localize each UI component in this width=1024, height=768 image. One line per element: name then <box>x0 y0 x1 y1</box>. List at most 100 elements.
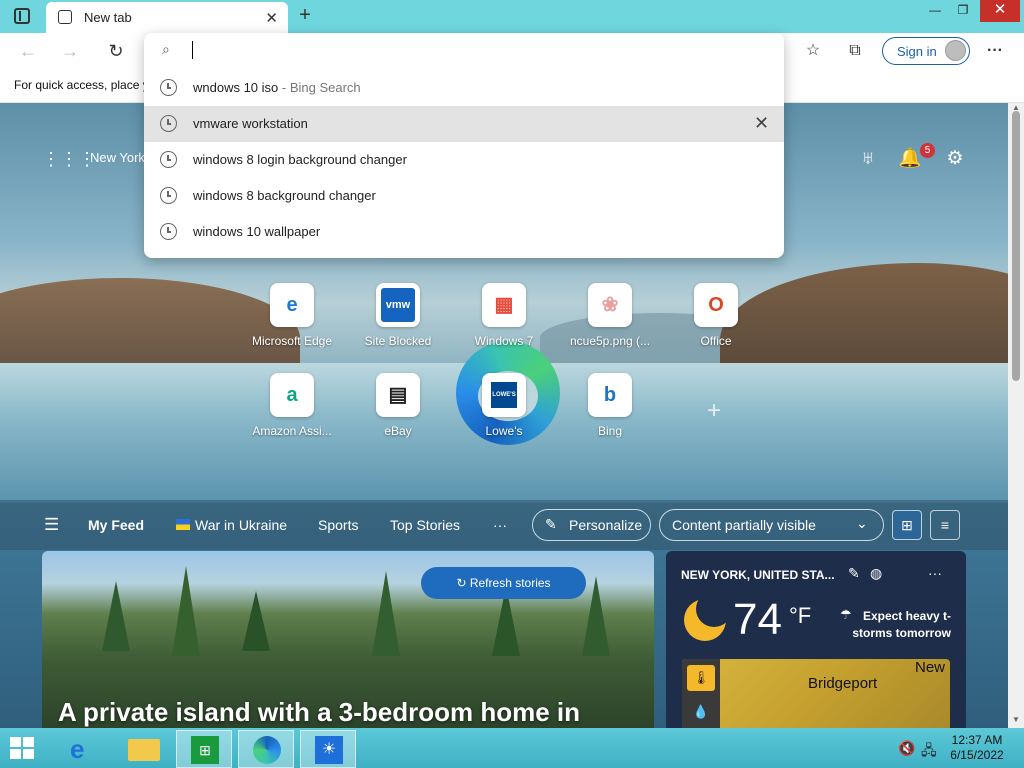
system-clock[interactable]: 12:37 AM 6/15/2022 <box>942 733 1012 763</box>
ebay-shopping-bag-icon: ▤ <box>376 373 420 417</box>
add-shortcut-icon[interactable]: + <box>702 399 726 423</box>
quick-link-tile[interactable]: ▤ eBay <box>348 373 448 453</box>
weather-location[interactable]: NEW YORK, UNITED STA... <box>681 568 835 582</box>
internet-explorer-taskbar-icon[interactable]: e <box>56 730 112 768</box>
quick-link-tile[interactable]: e Microsoft Edge <box>242 283 342 363</box>
start-button[interactable] <box>10 737 36 761</box>
page-scrollbar[interactable]: ▲ ▼ <box>1008 103 1024 728</box>
forward-button[interactable]: → <box>56 39 84 63</box>
volume-muted-icon[interactable]: 🔇 <box>898 740 915 757</box>
scrollbar-thumb[interactable] <box>1012 111 1020 381</box>
network-icon[interactable]: 🖧 <box>921 740 937 764</box>
map-city-label: New <box>915 659 946 676</box>
address-bar-dropdown: ⌕ wndows 10 iso - Bing Search vmware wor… <box>144 33 784 258</box>
content-visibility-label: Content partially visible <box>672 517 816 533</box>
collections-icon[interactable]: ⧉ <box>842 39 868 63</box>
suggestion-row[interactable]: wndows 10 iso - Bing Search <box>144 70 784 106</box>
new-tab-favicon <box>58 10 72 24</box>
text-caret <box>192 41 193 59</box>
refresh-button[interactable]: ↻ <box>102 39 130 63</box>
favorites-icon[interactable]: ☆ <box>800 39 826 63</box>
weather-more-icon[interactable]: ··· <box>928 565 942 581</box>
notification-count-badge: 5 <box>920 143 935 158</box>
restore-button[interactable]: ❐ <box>948 0 978 22</box>
app-launcher-icon[interactable]: ⋮⋮⋮ <box>42 149 96 169</box>
grid-view-button[interactable]: ⊞ <box>892 510 922 540</box>
feed-menu-icon[interactable]: ☰ <box>44 515 59 535</box>
favorites-bar-hint: For quick access, place y <box>14 78 149 92</box>
rewards-icon[interactable]: ♅ <box>856 147 880 171</box>
list-view-button[interactable]: ≡ <box>930 510 960 540</box>
tree-shape <box>242 591 270 651</box>
suggestion-text: windows 10 wallpaper <box>193 224 321 239</box>
tab-top-stories[interactable]: Top Stories <box>390 517 460 533</box>
edit-location-icon[interactable]: ✎ <box>848 565 860 582</box>
thermometer-icon: 🌡 <box>687 665 715 691</box>
quick-link-tile[interactable]: LOWE'S Lowe's <box>454 373 554 453</box>
tab-actions-icon[interactable] <box>14 8 30 24</box>
feed-more-button[interactable]: ··· <box>493 517 507 533</box>
tab-sports[interactable]: Sports <box>318 517 358 533</box>
quick-link-tile[interactable]: vmw Site Blocked <box>348 283 448 363</box>
quick-link-tile[interactable]: ▦ Windows 7 <box>454 283 554 363</box>
tab-new-tab[interactable]: New tab ✕ <box>46 2 288 33</box>
store-icon: ⊞ <box>191 736 219 764</box>
tile-label: eBay <box>384 424 412 438</box>
tree-shape <box>172 566 200 656</box>
weather-radar-map[interactable] <box>682 659 950 728</box>
temperature-unit[interactable]: °F <box>789 603 811 629</box>
scroll-down-arrow[interactable]: ▼ <box>1011 715 1021 724</box>
moon-icon-shadow <box>696 591 732 627</box>
back-button[interactable]: ← <box>14 39 42 63</box>
image-file-icon: ❀ <box>588 283 632 327</box>
weather-card[interactable]: NEW YORK, UNITED STA... ✎ ◍ ··· 74 °F ☂ … <box>666 551 966 728</box>
settings-gear-icon[interactable]: ⚙ <box>943 147 967 171</box>
app-taskbar-icon[interactable]: ☀ <box>300 730 356 768</box>
search-icon: ⌕ <box>162 41 170 57</box>
sign-in-label: Sign in <box>897 44 937 59</box>
folder-icon <box>128 739 160 761</box>
history-icon <box>160 223 177 240</box>
tab-close-icon[interactable]: ✕ <box>265 9 278 27</box>
suggestion-row[interactable]: windows 8 background changer <box>144 178 784 214</box>
suggestion-row[interactable]: windows 10 wallpaper <box>144 214 784 250</box>
chevron-down-icon: ⌄ <box>856 515 868 531</box>
quick-link-tile[interactable]: a Amazon Assi... <box>242 373 342 453</box>
suggestion-source: - Bing Search <box>278 80 361 95</box>
forecast-line-2: storms tomorrow <box>852 626 951 640</box>
avatar-icon <box>945 40 966 61</box>
windows-logo-pane <box>10 737 21 747</box>
sign-in-button[interactable]: Sign in <box>882 37 970 65</box>
new-tab-button[interactable]: + <box>292 4 318 28</box>
microsoft-edge-icon <box>253 736 281 764</box>
file-explorer-taskbar-icon[interactable] <box>116 730 172 768</box>
suggestion-row[interactable]: vmware workstation ✕ <box>144 106 784 142</box>
tree-shape <box>102 581 130 651</box>
location-globe-icon[interactable]: ◍ <box>870 565 882 582</box>
tab-war-in-ukraine[interactable]: War in Ukraine <box>195 517 287 533</box>
quick-link-tile[interactable]: b Bing <box>560 373 660 453</box>
tile-label: Bing <box>597 424 623 438</box>
tile-label: Amazon Assi... <box>252 424 332 438</box>
suggestion-row[interactable]: windows 8 login background changer <box>144 142 784 178</box>
quick-link-tile[interactable]: O Office <box>666 283 766 363</box>
minimize-button[interactable]: — <box>920 0 950 22</box>
quick-link-tile[interactable]: ❀ ncue5p.png (... <box>560 283 660 363</box>
remove-suggestion-icon[interactable]: ✕ <box>754 113 769 134</box>
tab-title: New tab <box>84 10 132 25</box>
hero-headline[interactable]: A private island with a 3-bedroom home i… <box>58 697 580 728</box>
content-visibility-dropdown[interactable]: Content partially visible ⌄ <box>659 509 884 541</box>
feed-navigation-bar: ☰ My Feed War in Ukraine Sports Top Stor… <box>0 500 1008 550</box>
more-options-icon[interactable]: ··· <box>982 39 1008 63</box>
edge-taskbar-icon[interactable] <box>238 730 294 768</box>
store-taskbar-icon[interactable]: ⊞ <box>176 730 232 768</box>
address-bar-input[interactable] <box>192 40 752 62</box>
notifications-icon[interactable]: 🔔 <box>898 147 922 171</box>
sun-icon: ☀ <box>315 736 343 764</box>
bing-icon: b <box>588 373 632 417</box>
refresh-stories-button[interactable]: ↻ Refresh stories <box>421 567 586 599</box>
personalize-button[interactable]: ✎ Personalize <box>532 509 651 541</box>
weather-location-link[interactable]: New York <box>90 150 145 165</box>
close-window-button[interactable]: ✕ <box>980 0 1020 22</box>
tab-my-feed[interactable]: My Feed <box>88 517 144 533</box>
